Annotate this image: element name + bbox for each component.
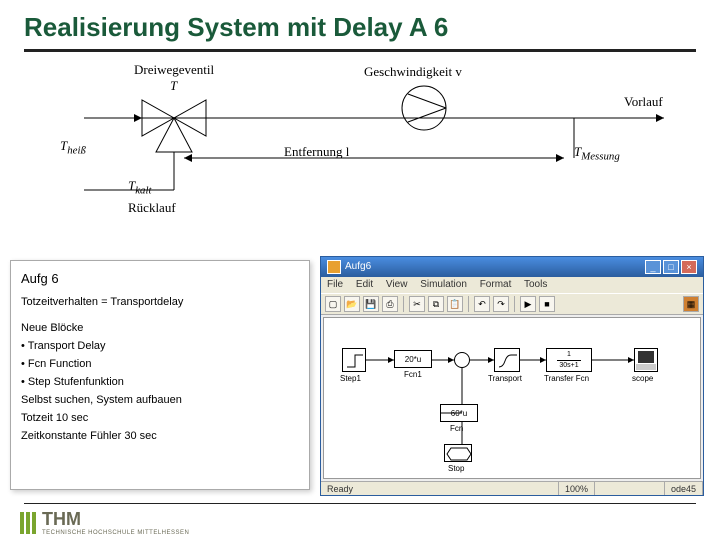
simulink-window: Aufg6 _ □ × File Edit View Simulation Fo…	[320, 256, 704, 496]
logo-bars-icon	[20, 512, 38, 534]
open-icon[interactable]: 📂	[344, 296, 360, 312]
label-T-messung: TMessung	[574, 144, 620, 163]
menu-file[interactable]: File	[327, 279, 343, 290]
copy-icon[interactable]: ⧉	[428, 296, 444, 312]
notes-bullet-3: • Step Stufenfunktion	[21, 376, 299, 388]
label-scope: scope	[632, 374, 653, 383]
label-stop: Stop	[448, 464, 464, 473]
logo-subtext: TECHNISCHE HOCHSCHULE MITTELHESSEN	[42, 530, 189, 536]
menu-tools[interactable]: Tools	[524, 279, 547, 290]
label-fcn: Fcn	[450, 424, 463, 433]
label-step1: Step1	[340, 374, 361, 383]
wires	[324, 318, 704, 483]
status-ready: Ready	[321, 482, 559, 495]
stop-icon[interactable]: ■	[539, 296, 555, 312]
pipe-diagram: Dreiwegeventil T TTheißheiß Tkalt Rückla…	[24, 60, 696, 230]
block-stop[interactable]	[444, 444, 472, 462]
page-title: Realisierung System mit Delay A 6	[0, 0, 720, 49]
app-icon	[327, 260, 341, 274]
rule-top	[24, 49, 696, 52]
notes-line4: Zeitkonstante Fühler 30 sec	[21, 430, 299, 442]
status-bar: Ready 100% ode45	[321, 481, 703, 495]
block-fcn[interactable]: 60*u	[440, 404, 478, 422]
rule-bottom	[24, 503, 696, 504]
label-entfernung: Entfernung l	[284, 144, 349, 160]
notes-line2: Selbst suchen, System aufbauen	[21, 394, 299, 406]
block-transport-delay[interactable]	[494, 348, 520, 372]
notes-bullet-1: • Transport Delay	[21, 340, 299, 352]
notes-line3: Totzeit 10 sec	[21, 412, 299, 424]
minimize-button[interactable]: _	[645, 260, 661, 274]
save-icon[interactable]: 💾	[363, 296, 379, 312]
paste-icon[interactable]: 📋	[447, 296, 463, 312]
label-transfer: Transfer Fcn	[544, 374, 589, 383]
label-T: T	[170, 78, 177, 94]
menu-bar[interactable]: File Edit View Simulation Format Tools	[321, 277, 703, 293]
window-titlebar[interactable]: Aufg6 _ □ ×	[321, 257, 703, 277]
block-scope[interactable]	[634, 348, 658, 372]
block-fcn1[interactable]: 20*u	[394, 350, 432, 368]
label-geschwindigkeit: Geschwindigkeit v	[364, 64, 462, 80]
valve-label: Dreiwegeventil	[134, 62, 214, 78]
label-ruecklauf: Rücklauf	[128, 200, 176, 216]
window-title: Aufg6	[345, 257, 371, 277]
status-solver: ode45	[665, 482, 703, 495]
notes-bullet-2: • Fcn Function	[21, 358, 299, 370]
logo-text: THM	[42, 509, 189, 530]
menu-view[interactable]: View	[386, 279, 408, 290]
status-pct: 100%	[559, 482, 595, 495]
run-icon[interactable]: ▶	[520, 296, 536, 312]
close-button[interactable]: ×	[681, 260, 697, 274]
label-transport: Transport	[488, 374, 522, 383]
library-icon[interactable]: ▦	[683, 296, 699, 312]
block-transfer-fcn[interactable]: 130s+1	[546, 348, 592, 372]
notes-section: Neue Blöcke	[21, 322, 299, 334]
menu-simulation[interactable]: Simulation	[420, 279, 467, 290]
menu-edit[interactable]: Edit	[356, 279, 373, 290]
notes-heading: Aufg 6	[21, 271, 299, 286]
label-fcn1: Fcn1	[404, 370, 422, 379]
label-T-kalt: Tkalt	[128, 178, 151, 197]
maximize-button[interactable]: □	[663, 260, 679, 274]
cut-icon[interactable]: ✂	[409, 296, 425, 312]
new-icon[interactable]: ▢	[325, 296, 341, 312]
notes-panel: Aufg 6 Totzeitverhalten = Transportdelay…	[10, 260, 310, 490]
menu-format[interactable]: Format	[480, 279, 512, 290]
label-T-heiss: TTheißheiß	[60, 138, 86, 157]
block-sum[interactable]	[454, 352, 470, 368]
toolbar: ▢ 📂 💾 ⎙ ✂ ⧉ 📋 ↶ ↷ ▶ ■ ▦	[321, 293, 703, 315]
label-vorlauf: Vorlauf	[624, 94, 663, 110]
redo-icon[interactable]: ↷	[493, 296, 509, 312]
undo-icon[interactable]: ↶	[474, 296, 490, 312]
model-canvas[interactable]: Step1 20*u Fcn1 Transport 130s+1 Transfe…	[323, 317, 701, 479]
print-icon[interactable]: ⎙	[382, 296, 398, 312]
block-step1[interactable]	[342, 348, 366, 372]
notes-line1: Totzeitverhalten = Transportdelay	[21, 296, 299, 308]
thm-logo: THM TECHNISCHE HOCHSCHULE MITTELHESSEN	[20, 509, 189, 536]
